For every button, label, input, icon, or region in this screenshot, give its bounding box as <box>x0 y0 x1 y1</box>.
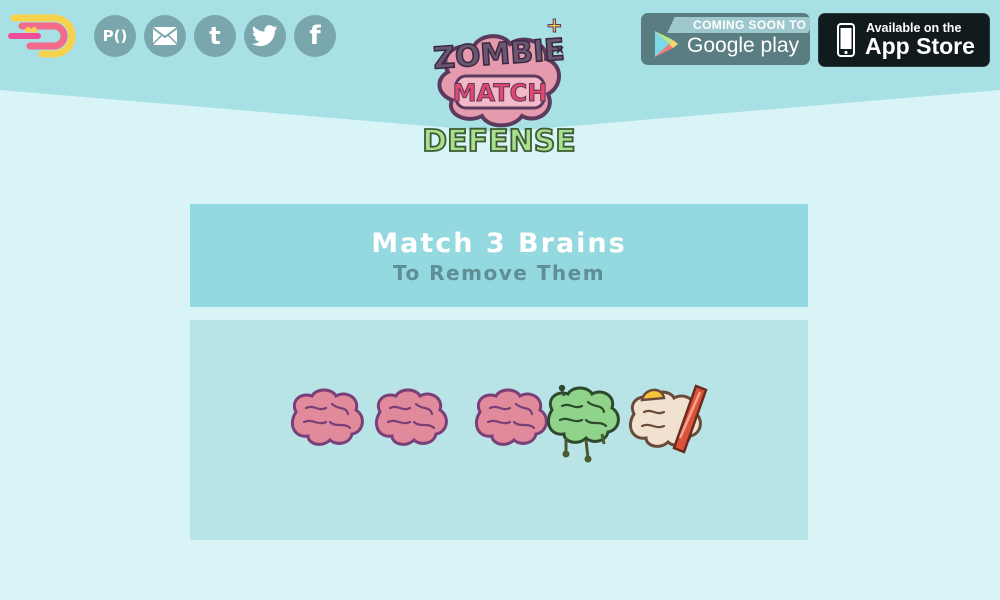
google-play-label: Google play <box>687 34 800 57</box>
pro-game-icon: P() <box>102 27 128 45</box>
app-store-badge[interactable]: Available on the App Store <box>818 13 990 67</box>
pro-game-button[interactable]: P() <box>94 15 136 57</box>
instruction-banner: Match 3 Brains To Remove Them <box>190 204 808 307</box>
app-store-label: App Store <box>865 33 975 59</box>
zombie-brain-icon <box>547 384 620 463</box>
pink-brain-piece[interactable] <box>470 386 552 466</box>
zombie-brain-piece[interactable] <box>542 380 624 463</box>
game-page: P() t f COMING SOON TO Google play Avail… <box>0 0 1000 600</box>
svg-text:+: + <box>546 14 563 37</box>
pink-brain-piece[interactable] <box>370 386 452 466</box>
pink-brain-icon <box>291 388 364 446</box>
twitter-button[interactable] <box>244 15 286 57</box>
developer-logo-icon[interactable] <box>8 10 86 62</box>
egg-bacon-brain-icon <box>629 384 708 454</box>
logo-line-match: MATCH <box>453 79 548 107</box>
egg-bacon-brain-piece[interactable] <box>626 382 708 462</box>
mail-icon <box>152 27 178 45</box>
tumblr-button[interactable]: t <box>194 15 236 57</box>
logo-line-defense: DEFENSE <box>422 124 576 159</box>
pink-brain-icon <box>475 388 548 446</box>
email-button[interactable] <box>144 15 186 57</box>
twitter-icon <box>252 25 278 47</box>
store-badges: COMING SOON TO Google play Available on … <box>641 13 990 67</box>
instruction-title: Match 3 Brains <box>371 228 627 259</box>
game-board <box>190 320 808 540</box>
google-play-badge[interactable]: COMING SOON TO Google play <box>641 13 810 65</box>
coming-soon-ribbon: COMING SOON TO <box>666 17 810 33</box>
svg-text:×: × <box>555 43 565 57</box>
pink-brain-icon <box>375 388 448 446</box>
facebook-button[interactable]: f <box>294 15 336 57</box>
phone-icon <box>837 23 855 57</box>
facebook-icon: f <box>309 21 321 51</box>
tumblr-icon: t <box>209 22 221 50</box>
pink-brain-piece[interactable] <box>286 386 368 466</box>
instruction-subtitle: To Remove Them <box>392 261 606 285</box>
game-logo: ZOMBIE MATCH DEFENSE + × <box>421 14 576 160</box>
social-bar: P() t f <box>8 10 336 62</box>
google-play-icon <box>655 31 678 57</box>
